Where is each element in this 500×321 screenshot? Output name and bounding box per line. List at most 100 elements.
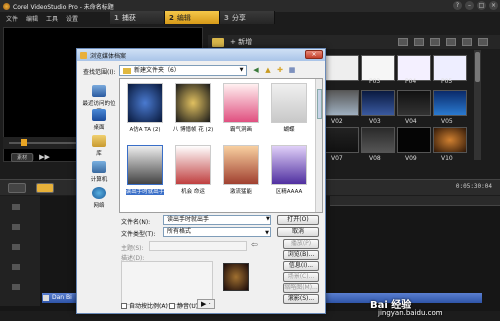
maximize-button[interactable]: □ bbox=[477, 1, 486, 10]
play-button[interactable]: 播放(P) bbox=[283, 239, 319, 249]
network-icon bbox=[92, 187, 106, 199]
file-item[interactable]: 蝴蝶 bbox=[266, 83, 312, 133]
media-folder-icon[interactable] bbox=[398, 38, 408, 46]
preview-thumbnail bbox=[223, 263, 249, 291]
filename-dropdown[interactable]: ▼ bbox=[263, 215, 271, 225]
tab-edit[interactable]: 2 编辑 bbox=[165, 11, 220, 24]
menu-tools[interactable]: 工具 bbox=[46, 14, 58, 23]
track-headers bbox=[0, 196, 40, 306]
view-list-icon[interactable] bbox=[462, 38, 472, 46]
title-track-icon[interactable] bbox=[12, 244, 20, 250]
play-icon[interactable]: ▶ · bbox=[197, 299, 215, 309]
clip-mode-button[interactable]: 素材 bbox=[11, 152, 33, 162]
scene-button[interactable]: 场景(C)... bbox=[283, 272, 319, 282]
timeline-view-button[interactable] bbox=[36, 183, 54, 193]
file-thumbnail bbox=[271, 145, 307, 185]
overlay-track-icon[interactable] bbox=[12, 224, 20, 230]
library-thumb[interactable] bbox=[361, 90, 395, 116]
music-track-icon[interactable] bbox=[12, 284, 20, 290]
place-computer[interactable]: 计算机 bbox=[81, 161, 117, 183]
library-thumb[interactable] bbox=[433, 90, 467, 116]
place-network[interactable]: 网络 bbox=[81, 187, 117, 209]
video-track-icon[interactable] bbox=[12, 204, 20, 210]
menu-settings[interactable]: 设置 bbox=[66, 14, 78, 23]
file-thumbnail bbox=[271, 83, 307, 123]
menu-file[interactable]: 文件 bbox=[6, 14, 18, 23]
folder-icon[interactable] bbox=[212, 37, 224, 47]
filetype-select[interactable]: 所有格式 ▼ bbox=[163, 227, 271, 237]
browse-button[interactable]: 浏览(B)... bbox=[283, 250, 319, 260]
storyboard-view-button[interactable] bbox=[8, 183, 26, 193]
library-scrollbar[interactable] bbox=[474, 50, 481, 160]
thumb-label: V04 bbox=[405, 118, 417, 125]
insert-icon[interactable]: ⇦ bbox=[251, 240, 258, 249]
file-item[interactable]: 八 博憶帧 花 (2) bbox=[170, 83, 216, 133]
step-tabs: 1 捕获 2 编辑 3 分享 bbox=[110, 11, 275, 24]
dialog-close-button[interactable]: × bbox=[305, 50, 323, 59]
file-thumbnail bbox=[175, 83, 211, 123]
mute-checkbox[interactable]: 静音(U) bbox=[169, 301, 198, 310]
up-folder-icon[interactable]: ▲ bbox=[263, 65, 273, 75]
library-thumb[interactable] bbox=[325, 90, 359, 116]
filename-input[interactable]: 读出手时就出手 bbox=[163, 215, 271, 225]
voice-track-icon[interactable] bbox=[12, 264, 20, 270]
file-item-selected[interactable]: 读出手时就出手 bbox=[122, 145, 168, 195]
image-filter-icon[interactable] bbox=[430, 38, 440, 46]
new-folder-icon[interactable]: ✚ bbox=[275, 65, 285, 75]
dialog-title-bar: 浏览媒体档案 bbox=[77, 49, 325, 61]
library-thumb[interactable] bbox=[325, 127, 359, 153]
library-thumb[interactable] bbox=[361, 127, 395, 153]
auto-scale-checkbox[interactable]: 自动按比例(A) bbox=[121, 301, 168, 310]
shadow-button[interactable]: 滚影(S)... bbox=[283, 294, 319, 304]
audio-filter-icon[interactable] bbox=[446, 38, 456, 46]
file-item[interactable]: 激流猛能 bbox=[218, 145, 264, 195]
add-library-button[interactable]: + 新增 bbox=[230, 37, 252, 47]
back-icon[interactable]: ◀ bbox=[251, 65, 261, 75]
menu-edit[interactable]: 编辑 bbox=[26, 14, 38, 23]
minimize-button[interactable]: – bbox=[465, 1, 474, 10]
browse-media-dialog: 浏览媒体档案 × 查找范围(I): 新建文件夹（6） ▼ ◀ ▲ ✚ ▦ 最近访… bbox=[76, 48, 326, 314]
library-thumb[interactable] bbox=[433, 127, 467, 153]
library-icon bbox=[92, 135, 106, 147]
file-list-scrollbar[interactable] bbox=[315, 79, 322, 212]
file-item[interactable]: 机会 命运 bbox=[170, 145, 216, 195]
open-button[interactable]: 打开(O) bbox=[277, 215, 319, 225]
scrubber-handle[interactable] bbox=[21, 139, 27, 146]
places-bar: 最近访问的位置 桌面 库 计算机 网络 bbox=[81, 79, 117, 214]
subject-input[interactable] bbox=[149, 241, 247, 251]
timeline-ruler[interactable] bbox=[330, 196, 500, 206]
thumb-label: V09 bbox=[405, 155, 417, 162]
watermark-url: jingyan.baidu.com bbox=[378, 309, 443, 317]
thumb-label: V10 bbox=[441, 155, 453, 162]
library-thumb[interactable] bbox=[397, 127, 431, 153]
timecode-display: 0:05:30:04 bbox=[455, 183, 492, 190]
tab-share[interactable]: 3 分享 bbox=[220, 11, 275, 24]
file-thumbnail bbox=[223, 83, 259, 123]
thumb-label: P03 bbox=[369, 78, 381, 85]
next-icon[interactable]: ▶▶ bbox=[39, 153, 50, 161]
thumb-label: V07 bbox=[331, 155, 343, 162]
file-item[interactable]: 霸气洞画 bbox=[218, 83, 264, 133]
video-filter-icon[interactable] bbox=[414, 38, 424, 46]
close-button[interactable]: × bbox=[489, 1, 498, 10]
file-item[interactable]: A仿A TA (2) bbox=[122, 83, 168, 133]
look-in-select[interactable]: 新建文件夹（6） ▼ bbox=[119, 65, 247, 76]
help-button[interactable]: ? bbox=[453, 1, 462, 10]
app-logo-icon bbox=[3, 2, 10, 10]
thumb-label: V02 bbox=[331, 118, 343, 125]
library-thumb[interactable] bbox=[397, 90, 431, 116]
place-desktop[interactable]: 桌面 bbox=[81, 109, 117, 131]
look-in-label: 查找范围(I): bbox=[83, 69, 116, 76]
file-item[interactable]: 区精AAAA bbox=[266, 145, 312, 195]
thumbnail-button[interactable]: 缩略图(M)... bbox=[283, 283, 319, 293]
thumb-label: V05 bbox=[441, 118, 453, 125]
library-thumb[interactable] bbox=[325, 55, 359, 81]
place-library[interactable]: 库 bbox=[81, 135, 117, 157]
tab-capture[interactable]: 1 捕获 bbox=[110, 11, 165, 24]
info-button[interactable]: 信息(I)... bbox=[283, 261, 319, 271]
view-menu-icon[interactable]: ▦ bbox=[287, 65, 297, 75]
view-grid-icon[interactable] bbox=[478, 38, 488, 46]
cancel-button[interactable]: 取消 bbox=[277, 227, 319, 237]
file-thumbnail bbox=[127, 145, 163, 185]
clip-marker-icon bbox=[43, 295, 49, 301]
